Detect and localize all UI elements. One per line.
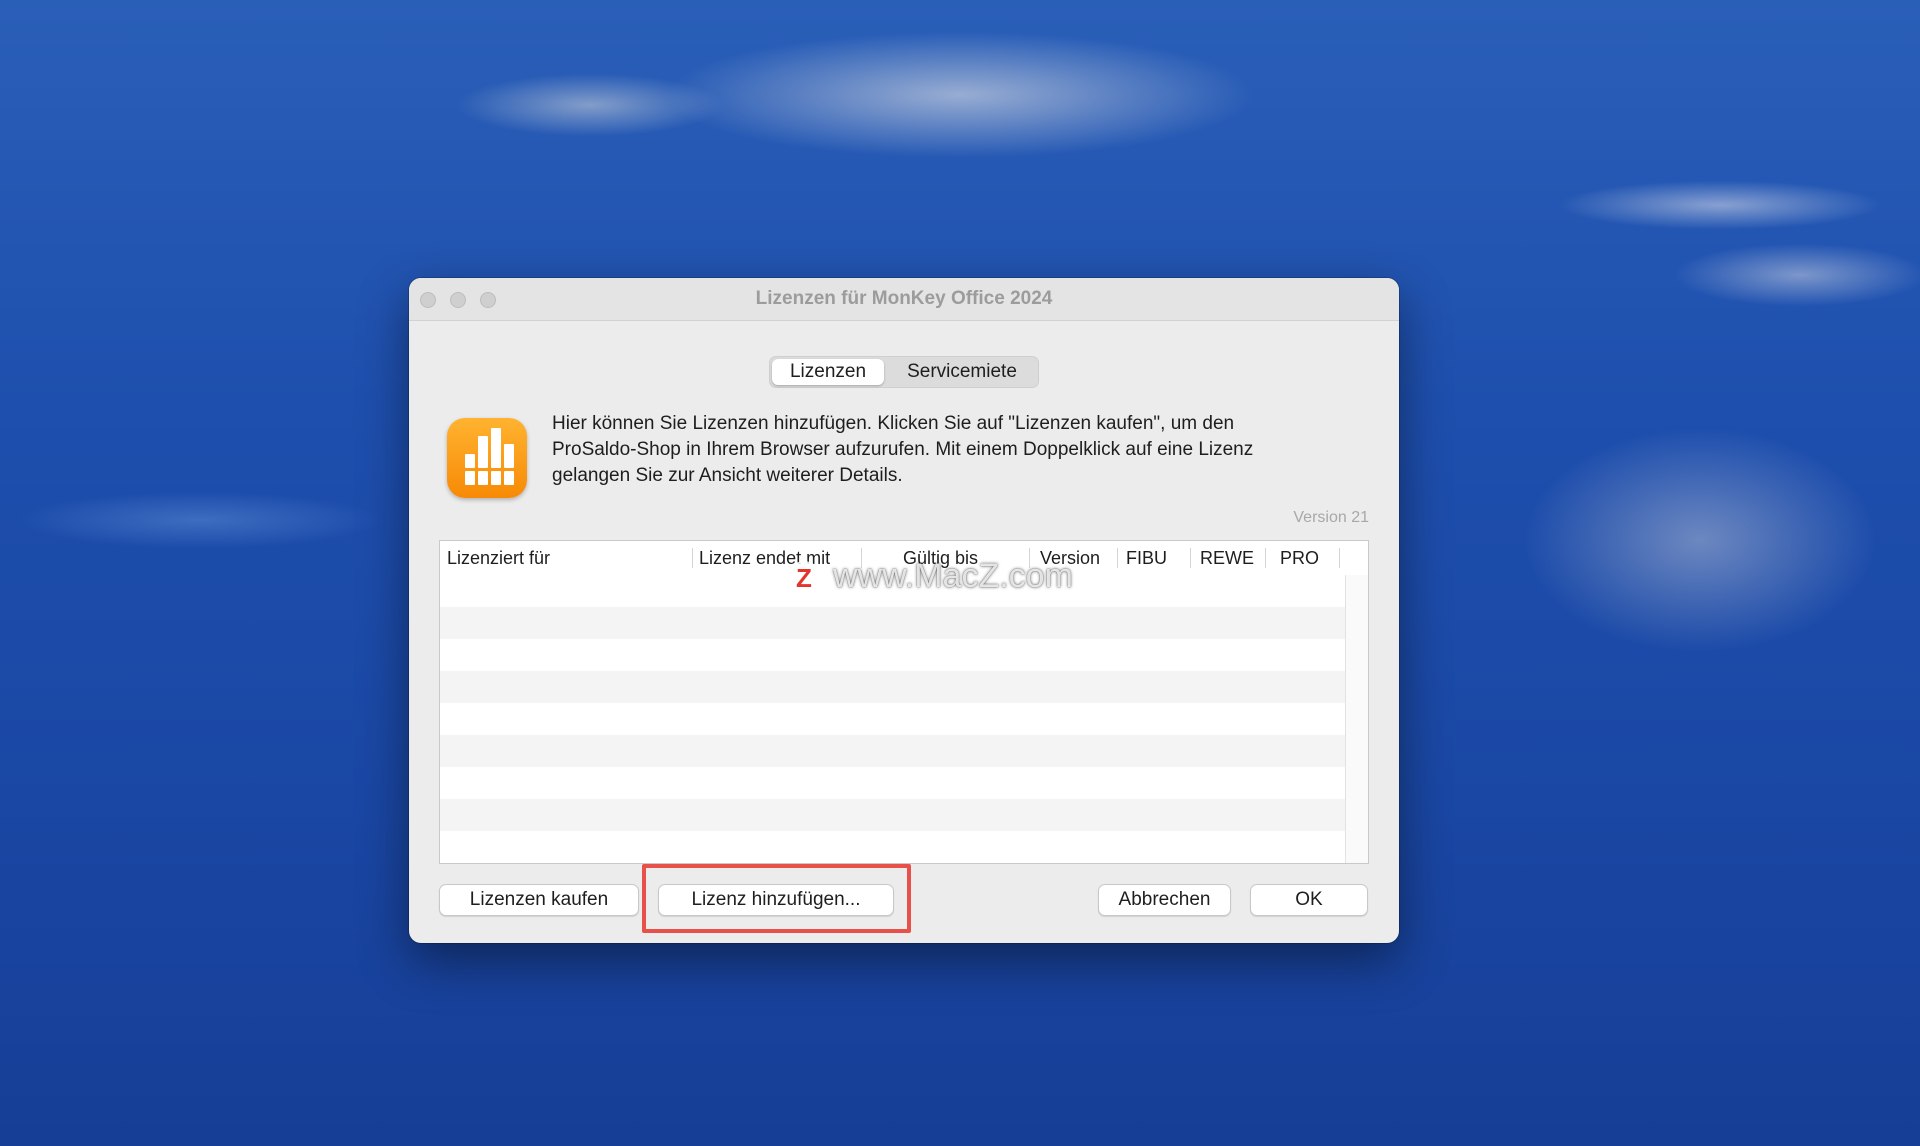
highlight-frame: [642, 864, 911, 933]
table-row[interactable]: [440, 767, 1345, 799]
column-header-fibu[interactable]: FIBU: [1126, 541, 1167, 575]
buy-licenses-button[interactable]: Lizenzen kaufen: [439, 884, 639, 916]
description-text: Hier können Sie Lizenzen hinzufügen. Kli…: [552, 411, 1352, 489]
table-row[interactable]: [440, 735, 1345, 767]
licenses-dialog: Lizenzen für MonKey Office 2024 Lizenzen…: [409, 278, 1399, 943]
window-title: Lizenzen für MonKey Office 2024: [755, 288, 1053, 309]
tab-servicemiete[interactable]: Servicemiete: [888, 359, 1036, 385]
table-row[interactable]: [440, 799, 1345, 831]
column-header-licensed-for[interactable]: Lizenziert für: [447, 541, 550, 575]
table-row[interactable]: [440, 831, 1345, 863]
version-label: Version 21: [1293, 509, 1369, 526]
watermark-logo-icon: Z: [787, 561, 821, 596]
table-row[interactable]: [440, 703, 1345, 735]
watermark-text: www.MacZ.com: [833, 557, 1073, 595]
table-row[interactable]: [440, 607, 1345, 639]
description-line-2: ProSaldo-Shop in Ihrem Browser aufzurufe…: [552, 439, 1254, 460]
title-bar: Lizenzen für MonKey Office 2024: [409, 278, 1399, 321]
table-row[interactable]: [440, 639, 1345, 671]
bar-chart-app-icon: [447, 418, 527, 498]
cancel-button[interactable]: Abbrechen: [1098, 884, 1231, 916]
description-line-3: gelangen Sie zur Ansicht weiterer Detail…: [552, 465, 903, 486]
ok-button[interactable]: OK: [1250, 884, 1368, 916]
table-row[interactable]: [440, 671, 1345, 703]
tab-control: Lizenzen Servicemiete: [769, 356, 1039, 388]
watermark: Zwww.MacZ.com: [787, 556, 1073, 596]
column-header-pro[interactable]: PRO: [1280, 541, 1319, 575]
tab-lizenzen[interactable]: Lizenzen: [772, 359, 884, 385]
description-line-1: Hier können Sie Lizenzen hinzufügen. Kli…: [552, 413, 1235, 434]
table-scrollbar[interactable]: [1345, 575, 1368, 863]
column-header-rewe[interactable]: REWE: [1200, 541, 1254, 575]
